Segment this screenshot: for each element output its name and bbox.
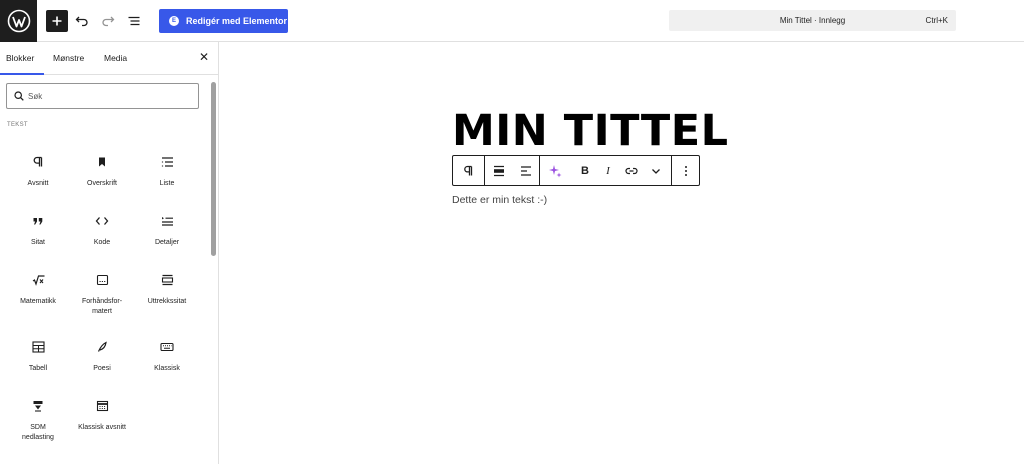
italic-button[interactable]: I [597,156,619,185]
block-math[interactable]: Matematikk [5,273,71,307]
block-classic[interactable]: Klassisk [134,340,200,374]
pullquote-icon [161,274,173,286]
block-table[interactable]: Tabell [5,340,71,374]
list-icon [161,157,173,167]
undo-button[interactable] [71,10,93,32]
block-quote[interactable]: Sitat [5,214,71,248]
block-label: Detaljer [154,239,180,246]
search-icon [14,91,24,101]
wordpress-logo-button[interactable] [0,0,37,42]
block-options-button[interactable] [672,156,700,185]
block-label: Klassisk avsnitt [78,424,126,431]
paragraph-icon [33,156,43,167]
bold-button[interactable]: B [573,156,597,185]
classic-icon [160,342,174,352]
block-label: Liste [159,180,175,187]
block-label: Tabell [28,365,48,372]
inserter-tabs: Blokker Mønstre Media ✕ [0,42,219,75]
block-label: Klassisk [154,365,180,372]
list-view-button[interactable] [123,10,145,32]
ai-sparkle-icon [549,164,562,177]
align-wide-icon [494,165,504,176]
list-view-icon [128,16,140,26]
close-icon[interactable]: ✕ [198,50,210,64]
editor-header: E Redigér med Elementor Min Tittel · Inn… [0,0,1024,42]
plus-icon [52,16,62,26]
tab-blocks[interactable]: Blokker [6,53,34,63]
block-label: Uttrekkssitat [147,298,187,305]
document-title: Min Tittel · Innlegg [779,16,846,25]
category-heading: TEKST [7,122,28,128]
block-verse[interactable]: Poesi [69,340,135,374]
block-sdm-download[interactable]: SDM nedlasting [5,399,71,443]
chevron-down-icon [652,168,660,174]
block-label: Kode [93,239,111,246]
more-vertical-icon [685,165,687,176]
table-icon [31,341,45,353]
wordpress-icon [7,9,30,33]
link-icon [625,167,638,174]
tab-patterns[interactable]: Mønstre [53,53,84,63]
align-left-icon [521,165,531,176]
block-code[interactable]: Kode [69,214,135,248]
command-palette-bar[interactable]: Min Tittel · Innlegg Ctrl+K [669,10,956,31]
redo-button[interactable] [97,10,119,32]
link-button[interactable] [619,156,644,185]
block-inserter-panel: Blokker Mønstre Media ✕ Søk TEKST Avsnit… [0,42,219,464]
heading-icon [99,157,105,167]
sidebar-scrollbar[interactable] [211,82,216,256]
undo-icon [75,16,88,27]
search-placeholder: Søk [28,92,43,101]
block-label: Poesi [93,365,111,372]
block-label: Overskrift [87,180,117,187]
block-heading[interactable]: Overskrift [69,155,135,189]
ai-assistant-button[interactable] [540,156,570,185]
more-rich-text-button[interactable] [644,156,668,185]
block-details[interactable]: Detaljer [134,214,200,248]
block-classic-paragraph[interactable]: Klassisk avsnitt [69,399,135,433]
edit-with-elementor-button[interactable]: E Redigér med Elementor [159,9,288,33]
code-icon [95,217,109,225]
active-tab-indicator [0,73,44,75]
editor-canvas: MIN TITTEL B I Dette er min tekst:-) [220,42,1024,464]
block-label: Matematikk [20,298,56,305]
elementor-icon: E [169,16,179,26]
block-list[interactable]: Liste [134,155,200,189]
block-pullquote[interactable]: Uttrekkssitat [134,273,200,307]
details-icon [161,217,173,226]
math-icon [32,275,44,286]
add-block-button[interactable] [46,10,68,32]
block-label: Sitat [30,239,45,246]
elementor-button-label: Redigér med Elementor [186,16,288,26]
italic-icon: I [606,164,610,177]
block-preformatted[interactable]: Forhåndsfor- matert [69,273,135,317]
download-icon [33,401,43,412]
redo-icon [102,16,115,27]
command-shortcut: Ctrl+K [925,16,948,25]
paragraph-icon [464,165,473,175]
post-title[interactable]: MIN TITTEL [452,106,729,156]
block-toolbar: B I [452,155,700,186]
block-label: SDM nedlasting [22,424,54,441]
block-paragraph[interactable]: Avsnitt [5,155,71,189]
preformatted-icon [96,274,108,286]
bold-icon: B [581,164,589,177]
verse-icon [97,341,107,352]
quote-icon [33,218,43,225]
paragraph-block[interactable]: Dette er min tekst :-) [452,194,547,206]
tab-media[interactable]: Media [104,53,127,63]
text-alignment-button[interactable] [513,156,539,185]
block-search-input[interactable]: Søk [6,83,199,109]
transform-block-button[interactable] [453,156,484,185]
block-alignment-button[interactable] [485,156,513,185]
classic-paragraph-icon [96,400,108,412]
block-label: Avsnitt [27,180,49,187]
block-label: Forhåndsfor- matert [81,298,123,315]
